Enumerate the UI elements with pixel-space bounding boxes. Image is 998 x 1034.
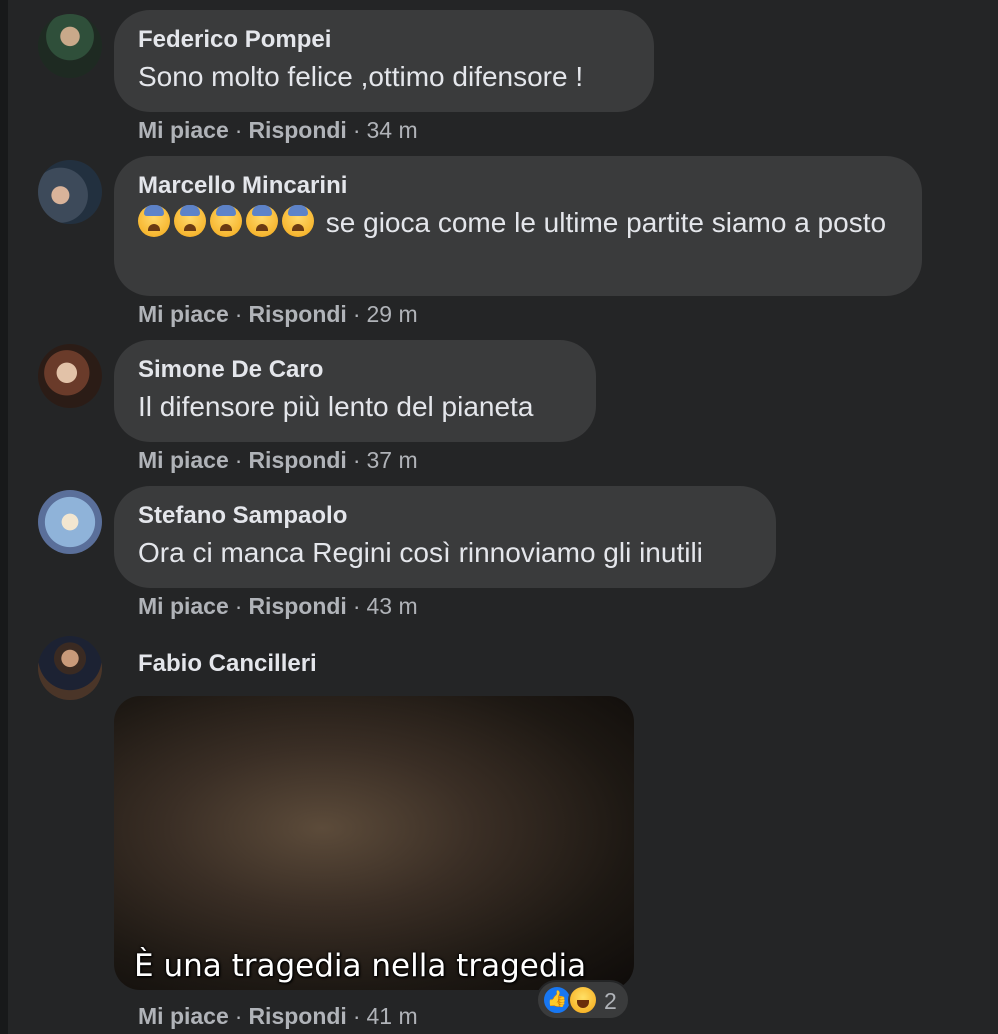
comment-actions: Mi piace · Rispondi · 43 m (138, 591, 418, 621)
comment-author[interactable]: Marcello Mincarini (138, 170, 898, 202)
timestamp[interactable]: 41 m (367, 1003, 418, 1029)
timestamp[interactable]: 37 m (367, 447, 418, 473)
timestamp[interactable]: 43 m (367, 593, 418, 619)
haha-reaction-icon (568, 985, 598, 1015)
reply-button[interactable]: Rispondi (248, 593, 346, 619)
timestamp[interactable]: 34 m (367, 117, 418, 143)
anxious-face-icon (210, 205, 242, 237)
reply-button[interactable]: Rispondi (248, 301, 346, 327)
comment-text: Sono molto felice ,ottimo difensore ! (138, 61, 584, 92)
avatar[interactable] (38, 636, 102, 700)
anxious-face-icon (282, 205, 314, 237)
separator: · (234, 1003, 243, 1029)
reply-button[interactable]: Rispondi (248, 117, 346, 143)
comment-actions: Mi piace · Rispondi · 34 m (138, 115, 418, 145)
reply-button[interactable]: Rispondi (248, 447, 346, 473)
anxious-face-icon (246, 205, 278, 237)
comments-panel: Federico Pompei Sono molto felice ,ottim… (8, 0, 998, 1034)
comment-text: Il difensore più lento del pianeta (138, 391, 534, 422)
comment-text: se gioca come le ultime partite siamo a … (138, 204, 898, 242)
separator: · (352, 117, 361, 143)
reactions-summary[interactable]: 👍 2 (536, 980, 630, 1020)
comment-actions: Mi piace · Rispondi · 37 m (138, 445, 418, 475)
reaction-count: 2 (604, 988, 617, 1014)
comment-bubble: Federico Pompei Sono molto felice ,ottim… (114, 10, 654, 112)
separator: · (352, 447, 361, 473)
comment-bubble: Simone De Caro Il difensore più lento de… (114, 340, 596, 442)
comment-author[interactable]: Stefano Sampaolo (138, 500, 752, 532)
anxious-face-icon (138, 205, 170, 237)
separator: · (352, 301, 361, 327)
comment-actions: Mi piace · Rispondi · 41 m (138, 1001, 418, 1031)
like-button[interactable]: Mi piace (138, 117, 229, 143)
comment-author[interactable]: Federico Pompei (138, 24, 630, 56)
comment-text-body: se gioca come le ultime partite siamo a … (325, 207, 887, 238)
comment-author[interactable]: Fabio Cancilleri (138, 648, 317, 680)
avatar[interactable] (38, 14, 102, 78)
avatar[interactable] (38, 160, 102, 224)
like-button[interactable]: Mi piace (138, 593, 229, 619)
anxious-face-icon (174, 205, 206, 237)
separator: · (352, 1003, 361, 1029)
avatar[interactable] (38, 490, 102, 554)
comment-text: Ora ci manca Regini così rinnoviamo gli … (138, 537, 703, 568)
separator: · (352, 593, 361, 619)
comment-author[interactable]: Simone De Caro (138, 354, 572, 386)
gif-caption: È una tragedia nella tragedia (134, 948, 587, 984)
reply-button[interactable]: Rispondi (248, 1003, 346, 1029)
like-button[interactable]: Mi piace (138, 301, 229, 327)
like-button[interactable]: Mi piace (138, 1003, 229, 1029)
separator: · (234, 593, 243, 619)
separator: · (234, 447, 243, 473)
gif-image[interactable]: È una tragedia nella tragedia (114, 696, 634, 990)
timestamp[interactable]: 29 m (367, 301, 418, 327)
comment-bubble: Stefano Sampaolo Ora ci manca Regini cos… (114, 486, 776, 588)
like-button[interactable]: Mi piace (138, 447, 229, 473)
separator: · (234, 301, 243, 327)
comment-bubble: Marcello Mincarini se gioca come le ulti… (114, 156, 922, 296)
separator: · (234, 117, 243, 143)
avatar[interactable] (38, 344, 102, 408)
comment-actions: Mi piace · Rispondi · 29 m (138, 299, 418, 329)
